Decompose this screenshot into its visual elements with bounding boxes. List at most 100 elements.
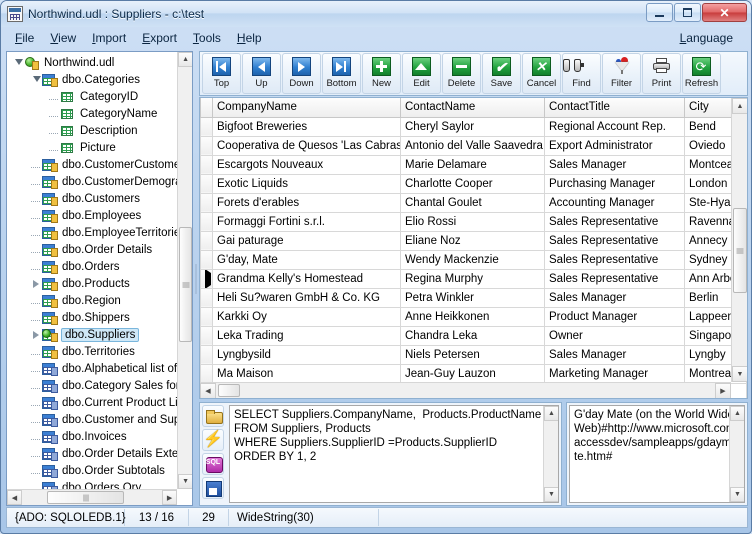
- chevron-down-icon[interactable]: [31, 74, 42, 85]
- grid-cell[interactable]: Marketing Manager: [545, 364, 685, 383]
- toolbar-button-bottom[interactable]: Bottom: [322, 53, 361, 94]
- grid-column-header[interactable]: ContactTitle: [545, 98, 685, 117]
- toolbar-button-edit[interactable]: Edit: [402, 53, 441, 94]
- table-row[interactable]: Heli Su?waren GmbH & Co. KGPetra Winkler…: [201, 288, 747, 307]
- grid-cell[interactable]: Exotic Liquids: [213, 174, 401, 193]
- tree-node[interactable]: dbo.Category Sales for 1997: [7, 377, 181, 394]
- table-row[interactable]: Cooperativa de Quesos 'Las CabrasAntonio…: [201, 136, 747, 155]
- memo-scroll-up-arrow[interactable]: ▲: [730, 406, 745, 421]
- toolbar-button-down[interactable]: Down: [282, 53, 321, 94]
- tree-node[interactable]: dbo.Order Details: [7, 241, 181, 258]
- grid-cell[interactable]: Sales Manager: [545, 345, 685, 364]
- sql-text-area[interactable]: SELECT Suppliers.CompanyName, Products.P…: [229, 405, 559, 503]
- grid-cell[interactable]: Anne Heikkonen: [401, 307, 545, 326]
- grid-cell[interactable]: Chandra Leka: [401, 326, 545, 345]
- toolbar-button-new[interactable]: New: [362, 53, 401, 94]
- table-row[interactable]: Forets d'erablesChantal GouletAccounting…: [201, 193, 747, 212]
- tree-horizontal-thumb[interactable]: [47, 491, 124, 504]
- grid-cell[interactable]: Eliane Noz: [401, 231, 545, 250]
- tree-horizontal-scrollbar[interactable]: ◀ ▶: [7, 489, 177, 505]
- grid-vertical-thumb[interactable]: [733, 208, 747, 293]
- grid-cell[interactable]: Sales Representative: [545, 212, 685, 231]
- toolbar-button-filter[interactable]: Filter: [602, 53, 641, 94]
- grid-cell[interactable]: Regional Account Rep.: [545, 117, 685, 136]
- grid-cell[interactable]: Grandma Kelly's Homestead: [213, 269, 401, 288]
- table-row[interactable]: Exotic LiquidsCharlotte CooperPurchasing…: [201, 174, 747, 193]
- grid-cell[interactable]: Formaggi Fortini s.r.l.: [213, 212, 401, 231]
- grid-cell[interactable]: Sales Representative: [545, 269, 685, 288]
- sql-scroll-down-arrow[interactable]: ▼: [544, 487, 559, 502]
- table-row[interactable]: LyngbysildNiels PetersenSales ManagerLyn…: [201, 345, 747, 364]
- grid-cell[interactable]: Sales Representative: [545, 231, 685, 250]
- tree-node[interactable]: dbo.CustomerDemographics: [7, 173, 181, 190]
- tree-node[interactable]: dbo.Customer and Suppliers by City: [7, 411, 181, 428]
- grid-cell[interactable]: Heli Su?waren GmbH & Co. KG: [213, 288, 401, 307]
- tree-node[interactable]: dbo.CustomerCustomerDemo: [7, 156, 181, 173]
- tree-node[interactable]: dbo.Orders: [7, 258, 181, 275]
- tree-node[interactable]: dbo.Region: [7, 292, 181, 309]
- table-row[interactable]: Karkki OyAnne HeikkonenProduct ManagerLa…: [201, 307, 747, 326]
- grid-cell[interactable]: Owner: [545, 326, 685, 345]
- execute-query-button[interactable]: ⚡: [202, 429, 224, 451]
- tree-scroll-up-arrow[interactable]: ▲: [178, 52, 193, 67]
- tree-node[interactable]: dbo.Current Product List: [7, 394, 181, 411]
- tree-node[interactable]: dbo.Suppliers: [7, 326, 181, 343]
- grid-cell[interactable]: Marie Delamare: [401, 155, 545, 174]
- tree-node[interactable]: Northwind.udl: [7, 54, 181, 71]
- grid-cell[interactable]: Petra Winkler: [401, 288, 545, 307]
- maximize-button[interactable]: [674, 3, 701, 22]
- grid-cell[interactable]: Cheryl Saylor: [401, 117, 545, 136]
- tree-vertical-scrollbar[interactable]: ▲ ▼: [177, 52, 192, 489]
- grid-scroll-right-arrow[interactable]: ▶: [715, 383, 731, 399]
- tree-scroll-down-arrow[interactable]: ▼: [178, 474, 193, 489]
- data-grid[interactable]: CompanyNameContactNameContactTitleCityBi…: [200, 98, 747, 399]
- grid-column-header[interactable]: ContactName: [401, 98, 545, 117]
- grid-cell[interactable]: Karkki Oy: [213, 307, 401, 326]
- tree-node[interactable]: dbo.Products: [7, 275, 181, 292]
- chevron-right-icon[interactable]: [31, 278, 42, 289]
- menu-file[interactable]: File: [7, 29, 42, 47]
- grid-cell[interactable]: Elio Rossi: [401, 212, 545, 231]
- menu-export[interactable]: Export: [134, 29, 185, 47]
- menu-view[interactable]: View: [42, 29, 84, 47]
- menu-import[interactable]: Import: [84, 29, 134, 47]
- tree-scroll-right-arrow[interactable]: ▶: [162, 490, 177, 505]
- tree-node[interactable]: dbo.Invoices: [7, 428, 181, 445]
- grid-cell[interactable]: Escargots Nouveaux: [213, 155, 401, 174]
- grid-horizontal-thumb[interactable]: [218, 384, 240, 397]
- save-query-button[interactable]: [202, 477, 224, 499]
- toolbar-button-refresh[interactable]: ⟳Refresh: [682, 53, 721, 94]
- toolbar-button-delete[interactable]: Delete: [442, 53, 481, 94]
- grid-cell[interactable]: Product Manager: [545, 307, 685, 326]
- sql-vertical-scrollbar[interactable]: ▲ ▼: [543, 406, 558, 502]
- grid-cell[interactable]: Wendy Mackenzie: [401, 250, 545, 269]
- open-query-button[interactable]: [202, 405, 224, 427]
- toolbar-button-save[interactable]: ✔Save: [482, 53, 521, 94]
- grid-cell[interactable]: Leka Trading: [213, 326, 401, 345]
- tree-node[interactable]: dbo.Shippers: [7, 309, 181, 326]
- grid-cell[interactable]: Niels Petersen: [401, 345, 545, 364]
- tree-node[interactable]: dbo.Alphabetical list of products: [7, 360, 181, 377]
- tree-node[interactable]: Picture: [7, 139, 181, 156]
- tree-node[interactable]: dbo.Order Subtotals: [7, 462, 181, 479]
- grid-scroll-down-arrow[interactable]: ▼: [732, 366, 748, 382]
- grid-cell[interactable]: Jean-Guy Lauzon: [401, 364, 545, 383]
- tree-node[interactable]: dbo.Customers: [7, 190, 181, 207]
- grid-cell[interactable]: Sales Manager: [545, 288, 685, 307]
- menu-tools[interactable]: Tools: [185, 29, 229, 47]
- grid-cell[interactable]: Forets d'erables: [213, 193, 401, 212]
- table-row[interactable]: Bigfoot BreweriesCheryl SaylorRegional A…: [201, 117, 747, 136]
- tree-scroll-left-arrow[interactable]: ◀: [7, 490, 22, 505]
- chevron-right-icon[interactable]: [31, 329, 42, 340]
- toolbar-button-top[interactable]: Top: [202, 53, 241, 94]
- chevron-down-icon[interactable]: [13, 57, 24, 68]
- grid-cell[interactable]: Cooperativa de Quesos 'Las Cabras: [213, 136, 401, 155]
- tree-vertical-thumb[interactable]: [179, 227, 192, 342]
- table-row[interactable]: Escargots NouveauxMarie DelamareSales Ma…: [201, 155, 747, 174]
- sql-scroll-up-arrow[interactable]: ▲: [544, 406, 559, 421]
- toolbar-button-up[interactable]: Up: [242, 53, 281, 94]
- menu-help[interactable]: Help: [229, 29, 270, 47]
- sql-builder-button[interactable]: [202, 453, 224, 475]
- grid-cell[interactable]: Ma Maison: [213, 364, 401, 383]
- tree-node[interactable]: Description: [7, 122, 181, 139]
